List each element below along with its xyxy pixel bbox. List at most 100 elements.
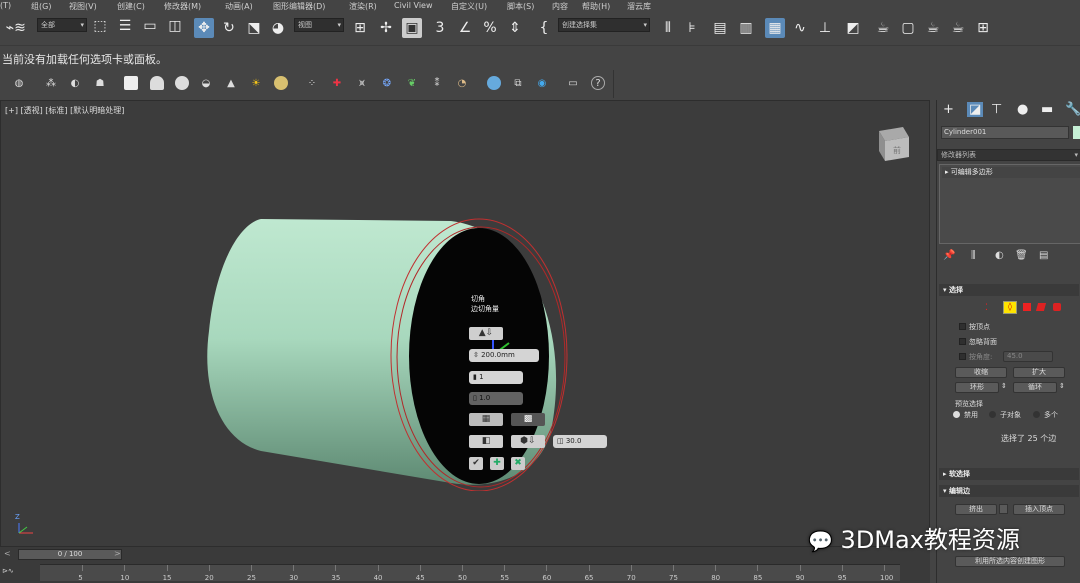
cone-icon[interactable]: ▲ [224,76,238,90]
ring-spinner-icon[interactable]: ⇕ [1001,382,1007,390]
insert-vertex-button[interactable]: 插入顶点 [1013,504,1065,515]
edge-mode-icon[interactable]: ◊ [1003,301,1017,314]
edit-named-selection-icon[interactable]: { [534,18,554,38]
viewport-label-menu[interactable]: [+] [透视] [标准] [默认明暗处理] [5,105,124,116]
perspective-viewport[interactable]: [+] [透视] [标准] [默认明暗处理] 前 切角 边切角量 ▲⇩ ⇳ 20… [0,100,930,547]
vertex-mode-icon[interactable]: ⁚ [985,303,988,313]
layer-explorer-icon[interactable]: ▥ [736,18,756,38]
soft-selection-rollout-header[interactable]: ▸ 软选择 [939,468,1079,480]
extrude-settings-icon[interactable] [999,504,1008,514]
viewcube[interactable]: 前 [873,123,913,163]
apply-continue-icon[interactable]: ✚ [490,457,504,470]
torus-icon[interactable]: ◒ [199,76,213,90]
display-tab-icon[interactable]: ▬ [1041,102,1053,117]
object-name-field[interactable]: Cylinder001 [941,126,1069,139]
menu-item-create[interactable]: 创建(C) [117,1,145,12]
open-chamfer-icon[interactable]: ▦ [469,413,503,426]
create-tab-icon[interactable]: + [943,102,954,117]
extrude-button[interactable]: 挤出 [955,504,997,515]
grass-icon[interactable]: ⁑ [430,76,444,90]
material-editor-icon[interactable]: ◩ [843,18,863,38]
viewport-label-shading[interactable]: [默认明暗处理] [70,106,124,115]
show-end-result-icon[interactable]: ⫼ [971,250,976,261]
preview-subobject-radio[interactable] [989,411,996,418]
menu-item-civil-view[interactable]: Civil View [394,1,433,10]
pivot-center-icon[interactable]: ⊞ [350,18,370,38]
ok-check-icon[interactable]: ✔ [469,457,483,470]
selection-region-icon[interactable]: ▭ [140,16,160,36]
menu-item-content[interactable]: 内容 [552,1,568,12]
smooth-angle-field[interactable]: ◫ 30.0 [553,435,607,448]
select-rotate-icon[interactable]: ↻ [219,18,239,38]
sunlight-icon[interactable]: ☀ [249,76,263,90]
chamfer-tension-field[interactable]: ▯ 1.0 [469,392,523,405]
reference-coordinate-dropdown[interactable]: 视图 [294,18,344,32]
schematic-view-icon[interactable]: ⊥ [815,18,835,38]
named-selection-dropdown[interactable]: 创建选择集 [558,18,650,32]
spinner-icon[interactable]: ⇳ [473,351,481,359]
menu-item-liuyunku[interactable]: 溜云库 [627,1,651,12]
select-move-icon[interactable]: ✥ [194,18,214,38]
chamfer-amount-value[interactable]: 200.0mm [481,351,515,359]
remove-modifier-icon[interactable]: 🗑 [1015,250,1028,261]
menu-item-animation[interactable]: 动画(A) [225,1,253,12]
stack-item-editable-poly[interactable]: ▸ 可编辑多边形 [942,167,1080,178]
chamfer-amount-field[interactable]: ⇳ 200.0mm [469,349,539,362]
help-icon[interactable]: ? [591,76,605,90]
cancel-icon[interactable]: ✖ [511,457,525,470]
render-setup-icon[interactable]: ☕ [873,18,893,38]
place-icon[interactable]: ◕ [268,18,288,38]
menu-item-graph-editors[interactable]: 图形编辑器(D) [273,1,325,12]
grow-button[interactable]: 扩大 [1013,367,1065,378]
chamfer-type-button[interactable]: ▲⇩ [469,327,503,340]
select-manipulate-icon[interactable]: ✢ [376,18,396,38]
space-warp-icon[interactable]: ⩙ [355,76,369,90]
bind-space-warp-icon[interactable]: ≋ [10,18,30,38]
sphere-icon[interactable] [150,76,164,90]
align-icon[interactable]: ⊧ [682,18,702,38]
quad-chamfer-icon[interactable]: ▩ [511,413,545,426]
timeline-ruler[interactable]: 5 10 15 20 25 30 35 40 45 50 55 60 65 70 75 80 85 90 95 100 [40,564,900,582]
systems-icon[interactable]: ❂ [380,76,394,90]
object-color-swatch[interactable] [1073,126,1080,139]
make-unique-icon[interactable]: ◐ [995,250,1004,261]
render-in-cloud-icon[interactable]: ⊞ [973,18,993,38]
scene-explorer-icon[interactable]: ▤ [710,18,730,38]
spinner-snap-icon[interactable]: ⇕ [505,18,525,38]
smooth-type-icon[interactable]: ⬢⇩ [511,435,545,448]
time-slider[interactable]: 0 / 100 [18,549,122,560]
menu-item-scripting[interactable]: 脚本(S) [507,1,534,12]
particle-icon[interactable]: ⁘ [305,76,319,90]
by-angle-checkbox[interactable] [959,353,966,360]
keyboard-shortcut-override-icon[interactable]: ▣ [402,18,422,38]
shrink-button[interactable]: 收缩 [955,367,1007,378]
rendered-frame-window-icon[interactable]: ▢ [898,18,918,38]
filter-icon[interactable]: ⊳∿ [2,567,14,575]
select-scale-icon[interactable]: ⬔ [244,18,264,38]
element-mode-icon[interactable] [1053,303,1061,311]
angle-snap-icon[interactable]: ∠ [455,18,475,38]
pin-stack-icon[interactable]: 📌 [943,250,955,261]
curve-editor-icon[interactable]: ∿ [790,18,810,38]
loop-spinner-icon[interactable]: ⇕ [1059,382,1065,390]
modifier-list-dropdown[interactable]: 修改器列表 [937,149,1080,161]
hierarchy-tab-icon[interactable]: ⊤ [991,102,1002,117]
polygon-mode-icon[interactable] [1035,303,1047,311]
create-shape-button[interactable]: 利用所选内容创建图形 [955,556,1065,567]
menu-item-modifiers[interactable]: 修改器(M) [164,1,201,12]
menu-item-t[interactable]: (T) [0,1,11,10]
preview-off-radio[interactable] [953,411,960,418]
select-object-icon[interactable]: ⬚ [90,16,110,36]
viewport-label-plus[interactable]: [+] [5,106,18,115]
helper-icon[interactable]: ✚ [330,76,344,90]
loop-button[interactable]: 循环 [1013,382,1057,393]
preview-multiple-radio[interactable] [1033,411,1040,418]
smooth-angle-value[interactable]: 30.0 [566,437,582,445]
render-production-icon[interactable]: ☕ [923,18,943,38]
ribbon-icon[interactable]: ▦ [765,18,785,38]
viewport-label-standard[interactable]: [标准] [45,106,67,115]
camera-icon[interactable]: ☗ [93,76,107,90]
modify-tab-icon[interactable]: ◪ [967,102,984,117]
render-iterative-icon[interactable]: ☕ [948,18,968,38]
window-crossing-icon[interactable]: ◫ [165,16,185,36]
